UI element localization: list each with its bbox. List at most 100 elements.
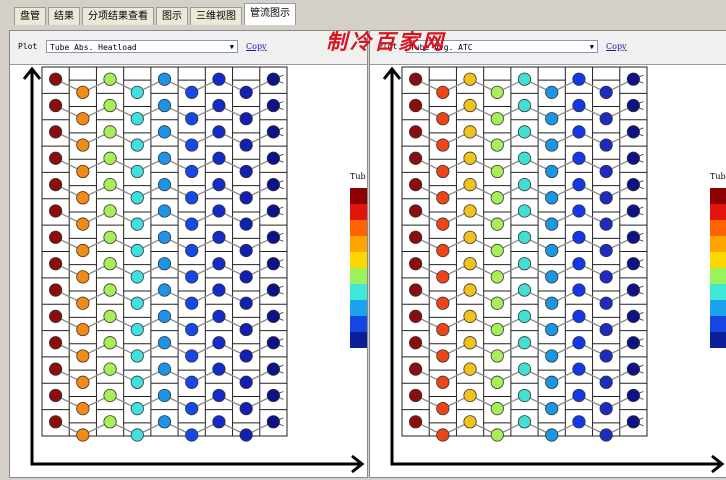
tube-circle	[436, 402, 450, 416]
tube-circle	[599, 349, 613, 363]
tube-circle	[490, 428, 504, 442]
tube-circle	[185, 270, 199, 284]
tube-circle	[572, 388, 586, 403]
tube-circle	[626, 151, 640, 165]
tube-circle	[436, 322, 450, 337]
tube-circle	[103, 125, 117, 139]
tube-circle	[49, 72, 63, 86]
tube-circle	[572, 125, 586, 139]
tube-circle	[599, 164, 613, 179]
tube-circle	[239, 112, 253, 126]
tube-circle	[49, 309, 63, 323]
tube-circle	[130, 85, 144, 99]
tube-circle	[49, 98, 63, 113]
tube-circle	[572, 283, 586, 297]
tube-circle	[103, 204, 117, 218]
tab-0[interactable]: 盘管	[14, 7, 46, 25]
tube-circle	[490, 85, 504, 99]
tube-circle	[185, 85, 199, 99]
tube-circle	[599, 322, 613, 337]
tube-circle	[490, 296, 504, 310]
tube-circle	[49, 415, 63, 429]
tube-circle	[103, 257, 117, 271]
tube-circle	[436, 349, 450, 363]
tube-circle	[157, 257, 172, 271]
tube-circle	[626, 125, 640, 139]
tube-circle	[463, 151, 477, 165]
tube-circle	[49, 257, 63, 271]
tube-circle	[463, 336, 477, 350]
tube-circle	[572, 151, 586, 165]
tube-circle	[545, 402, 559, 416]
tube-circle	[436, 112, 450, 126]
tube-circle	[409, 415, 423, 429]
tab-5[interactable]: 管流图示	[244, 3, 296, 25]
tube-circle	[436, 428, 450, 442]
tube-circle	[436, 164, 450, 179]
tube-circle	[572, 178, 586, 192]
tube-circle	[599, 270, 613, 284]
tab-1[interactable]: 结果	[48, 7, 80, 25]
tube-circle	[409, 151, 423, 165]
legend-swatch	[350, 252, 367, 268]
tube-circle	[212, 415, 226, 429]
tube-circle	[463, 98, 477, 113]
tube-circle	[157, 283, 172, 297]
tube-circle	[103, 336, 117, 350]
tube-circle	[103, 362, 117, 376]
tube-circle	[599, 112, 613, 126]
tube-circle	[49, 388, 63, 403]
tube-circle	[545, 243, 559, 258]
tube-circle	[517, 204, 532, 218]
tube-circle	[76, 191, 90, 205]
tube-circle	[212, 125, 226, 139]
tube-circle	[157, 98, 172, 113]
tube-circle	[212, 204, 226, 218]
tube-circle	[626, 204, 640, 218]
tube-circle	[517, 362, 532, 376]
tube-circle	[436, 243, 450, 258]
legend-swatch	[710, 300, 726, 316]
tube-circle	[545, 112, 559, 126]
tube-circle	[266, 125, 280, 139]
right-tube-diagram: Tub	[382, 66, 726, 474]
tube-circle	[463, 388, 477, 403]
right-plot-panel: Plot Tube Avg. ATC ▼ Copy Tub	[369, 30, 726, 478]
tube-circle	[266, 257, 280, 271]
tube-circle	[436, 85, 450, 99]
tube-circle	[266, 283, 280, 297]
tube-circle	[626, 336, 640, 350]
tube-circle	[212, 309, 226, 323]
tube-circle	[49, 204, 63, 218]
tube-circle	[266, 72, 280, 86]
tube-circle	[490, 270, 504, 284]
tube-circle	[212, 98, 226, 113]
tube-circle	[572, 72, 586, 86]
tube-circle	[266, 98, 280, 113]
tube-circle	[463, 309, 477, 323]
tube-circle	[409, 204, 423, 218]
tube-circle	[572, 415, 586, 429]
tube-circle	[409, 98, 423, 113]
legend-swatch	[350, 220, 367, 236]
tube-circle	[130, 191, 144, 205]
tube-circle	[49, 336, 63, 350]
tube-circle	[212, 283, 226, 297]
tab-2[interactable]: 分项结果查看	[82, 7, 154, 25]
tube-circle	[185, 191, 199, 205]
legend-swatch	[710, 316, 726, 332]
tube-circle	[103, 72, 117, 86]
tube-circle	[103, 98, 117, 113]
tube-circle	[545, 375, 559, 389]
tube-circle	[409, 362, 423, 376]
tube-circle	[599, 402, 613, 416]
tube-circle	[409, 336, 423, 350]
tab-3[interactable]: 图示	[156, 7, 188, 25]
tube-circle	[626, 72, 640, 86]
tube-circle	[517, 336, 532, 350]
tube-circle	[266, 178, 280, 192]
tube-circle	[76, 402, 90, 416]
tube-circle	[185, 112, 199, 126]
tab-4[interactable]: 三维视图	[190, 7, 242, 25]
tube-circle	[49, 283, 63, 297]
